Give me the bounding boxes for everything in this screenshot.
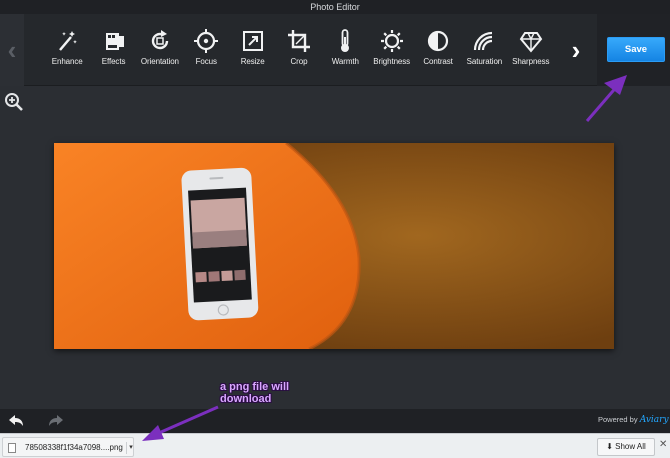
tool-label: Effects [101,57,126,66]
chevron-right-icon: › [571,35,581,65]
tool-enhance[interactable]: Enhance [44,14,90,86]
tool-label: Warmth [331,57,359,66]
tool-label: Orientation [140,57,179,66]
sun-icon [380,30,403,52]
tool-label: Brightness [373,57,411,66]
undo-button[interactable] [4,409,28,433]
window-title: Photo Editor [0,0,670,14]
downloads-bar: 78508338f1f34a7098....png ▾ ⬇ Show All ✕ [0,433,670,458]
tool-effects[interactable]: Effects [90,14,136,86]
tool-label: Sharpness [512,57,550,66]
tool-label: Crop [290,57,308,66]
tool-resize[interactable]: Resize [229,14,275,86]
tool-saturation[interactable]: Saturation [461,14,507,86]
focus-icon [194,29,219,53]
rotate-icon [151,30,169,50]
download-menu-button[interactable]: ▾ [126,442,135,454]
powered-by-label: Powered by [598,415,638,424]
photo-image [54,143,614,349]
contrast-icon [427,30,449,52]
aviary-logo: Aviary [639,415,669,425]
thermometer-icon [341,29,350,52]
tool-sharpness[interactable]: Sharpness [508,14,554,86]
download-item[interactable]: 78508338f1f34a7098....png ▾ [2,437,134,457]
crop-icon [287,30,310,52]
download-file-name: 78508338f1f34a7098....png [25,443,123,452]
photo-preview [54,143,614,349]
show-all-button[interactable]: ⬇ Show All [597,438,655,456]
redo-icon [49,415,63,426]
tool-focus[interactable]: Focus [183,14,229,86]
show-all-label: Show All [615,442,646,451]
scroll-tools-right-button[interactable]: › [564,14,588,86]
tool-label: Contrast [423,57,453,66]
tool-label: Resize [240,57,265,66]
tool-bar: ‹ Enhance Effects Orientation Focus Resi… [0,14,670,86]
download-arrow-icon: ⬇ [606,442,613,451]
saturation-icon [474,31,493,51]
file-icon [8,443,16,453]
tool-label: Enhance [51,57,83,66]
film-icon [105,33,124,50]
tool-label: Focus [195,57,217,66]
undo-icon [9,415,23,426]
save-button[interactable]: Save [607,37,665,62]
bottom-bar [0,409,670,433]
diamond-icon [519,32,543,53]
zoom-in-icon[interactable] [4,92,24,112]
tool-contrast[interactable]: Contrast [415,14,461,86]
magic-wand-icon [59,31,77,51]
close-icon[interactable]: ✕ [659,439,667,450]
chevron-left-icon: ‹ [7,35,17,65]
tool-brightness[interactable]: Brightness [369,14,415,86]
scroll-tools-left-button[interactable]: ‹ [0,14,24,86]
tool-orientation[interactable]: Orientation [137,14,183,86]
tool-label: Saturation [466,57,503,66]
tool-crop[interactable]: Crop [276,14,322,86]
powered-by: Powered by Aviary [598,415,669,425]
annotation-text: a png file will download [220,381,290,405]
redo-button[interactable] [44,409,68,433]
tool-list: Enhance Effects Orientation Focus Resize… [44,14,554,86]
tool-warmth[interactable]: Warmth [322,14,368,86]
resize-icon [242,31,263,51]
